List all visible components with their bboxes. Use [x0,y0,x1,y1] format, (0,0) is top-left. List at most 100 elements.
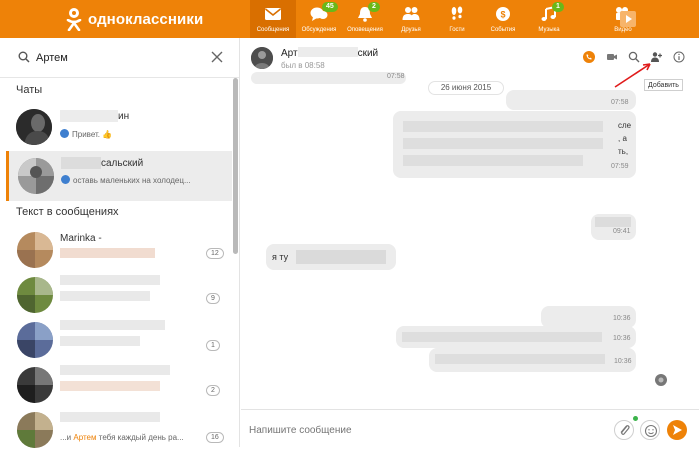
message-result[interactable]: 9 [8,269,234,319]
message-bubble: 09:41 [591,214,636,240]
friends-icon [402,7,420,20]
avatar [17,367,53,403]
info-icon[interactable] [673,51,685,63]
send-button[interactable] [667,420,687,440]
message-result[interactable]: 1 [8,314,234,364]
blurred-preview [60,248,155,258]
avatar [17,322,53,358]
nav-play-spacer [572,0,600,38]
avatar[interactable] [251,47,273,69]
nav-guests[interactable]: Гости [434,0,480,38]
globe-icon [61,175,70,184]
svg-text:$: $ [500,10,505,20]
paperclip-icon [620,425,630,435]
logo-text: одноклассники [88,10,204,28]
main-nav: Сообщения 45 Обсуждения 2 Оповещения Дру… [250,0,646,38]
sidebar: Чаты ин Привет. 👍 сальский оставь малень… [0,38,240,448]
nav-events[interactable]: $ События [480,0,526,38]
message-bubble: 07:58 [251,72,406,84]
nav-label: Обсуждения [301,27,337,33]
nav-label: Друзья [401,27,421,33]
message-result[interactable]: Marinka - 12 [8,224,234,274]
chat-name: ин [118,111,130,122]
message-bubble: сле , а ть, 07:59 [393,111,636,178]
blurred-preview [60,291,150,301]
events-icon: $ [496,7,510,21]
message-result[interactable]: 2 [8,359,234,409]
message-input[interactable] [249,422,589,438]
nav-label: Гости [449,27,465,33]
blurred-name [60,320,165,330]
notifications-badge: 2 [368,2,380,12]
smiley-icon [644,424,658,438]
avatar [16,109,52,145]
messages-section-title: Текст в сообщениях [16,206,119,218]
match-count: 16 [206,432,224,443]
blurred-name [60,110,118,122]
online-dot [633,416,638,421]
sidebar-scrollbar[interactable] [233,78,238,254]
search-row [0,38,239,78]
result-preview: ...и Артем тебя каждый день ра... [60,433,184,442]
blurred-name [60,275,160,285]
blurred-preview [60,336,140,346]
chats-section-title: Чаты [16,84,43,96]
message-bubble: 10:36 [396,326,636,348]
top-bar: одноклассники Сообщения 45 Обсуждения 2 … [0,0,699,38]
nav-messages[interactable]: Сообщения [250,0,296,38]
logo[interactable]: одноклассники [66,8,204,31]
date-separator: 26 июня 2015 [428,81,504,95]
composer [241,409,699,447]
chat-preview: Привет. 👍 [60,129,112,139]
discussions-badge: 45 [322,2,338,12]
avatar [17,277,53,313]
play-video-icon[interactable] [620,11,636,27]
smiley-button[interactable] [640,420,660,440]
chat-name: сальский [101,158,144,169]
blurred-name [297,47,358,57]
match-count: 12 [206,248,224,259]
phone-call-icon[interactable] [583,51,595,63]
message-list: 07:58 26 июня 2015 07:58 сле , а ть, 07:… [241,72,699,409]
envelope-icon [265,8,281,20]
nav-discussions[interactable]: 45 Обсуждения [296,0,342,38]
message-bubble: 07:58 [506,90,636,110]
match-count: 1 [206,340,220,351]
avatar [17,232,53,268]
blurred-name [60,412,160,422]
message-bubble: 10:36 [429,348,636,372]
message-bubble: 10:36 [541,306,636,328]
match-count: 9 [206,293,220,304]
send-arrow-icon [673,425,682,435]
search-input[interactable] [36,50,196,66]
nav-notifications[interactable]: 2 Оповещения [342,0,388,38]
chat-preview: оставь маленьких на холодец... [61,175,191,185]
last-seen: был в 08:58 [281,61,325,70]
blurred-name [61,157,101,169]
match-count: 2 [206,385,220,396]
globe-icon [60,129,69,138]
nav-friends[interactable]: Друзья [388,0,434,38]
search-icon [18,51,30,63]
blurred-preview [60,381,160,391]
read-receipt-avatar [655,374,667,386]
music-badge: 1 [552,2,564,12]
nav-label: Видео [614,27,632,33]
chat-item-selected[interactable]: сальский оставь маленьких на холодец... [6,151,232,201]
conversation-name[interactable]: Арт ский [281,47,378,59]
nav-music[interactable]: 1 Музыка [526,0,572,38]
blurred-name [60,365,170,375]
annotation-arrow-icon [614,63,651,88]
close-icon[interactable] [210,50,224,64]
nav-label: Оповещения [347,27,383,33]
nav-label: Музыка [538,27,560,33]
footprints-icon [451,6,463,20]
nav-label: События [490,27,516,33]
chat-item[interactable]: ин Привет. 👍 [8,102,234,152]
avatar [18,158,54,194]
ok-logo-icon [66,8,82,31]
attach-button[interactable] [614,420,634,440]
message-bubble: я ту [266,244,396,270]
avatar [17,412,53,448]
result-name: Marinka - [60,233,102,244]
